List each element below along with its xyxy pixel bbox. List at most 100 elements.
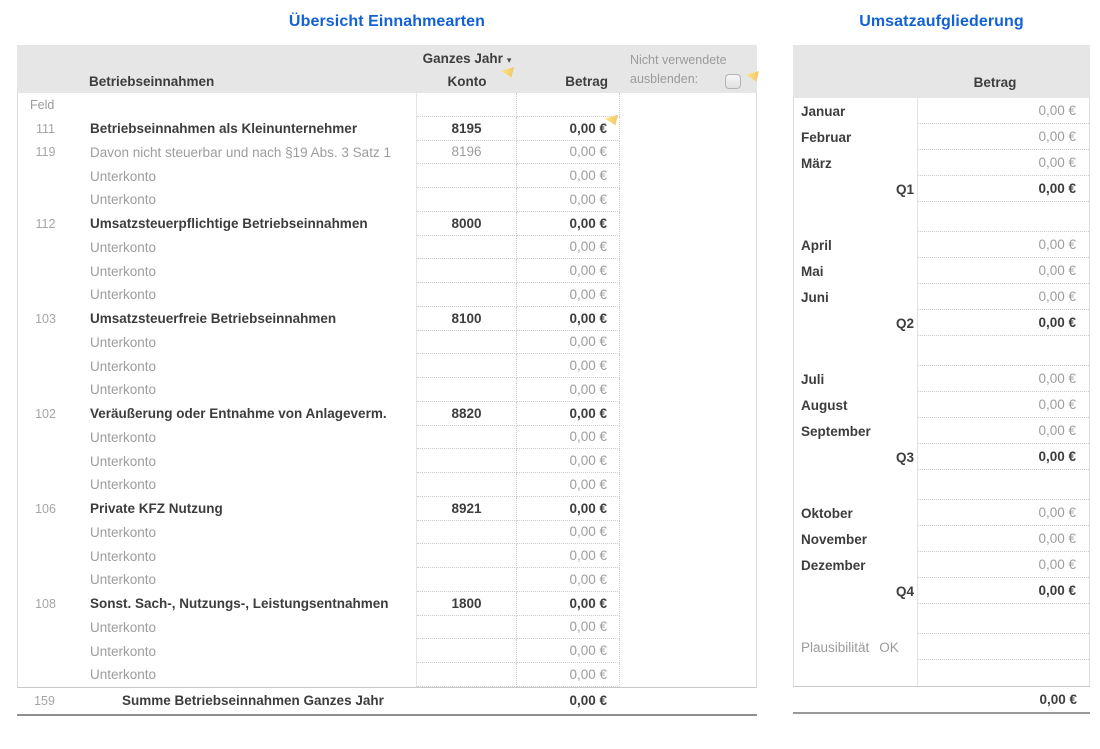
betrag-cell[interactable]: 0,00 € bbox=[517, 236, 620, 260]
account-name-cell[interactable]: Unterkonto bbox=[73, 259, 417, 283]
account-name-cell[interactable]: Unterkonto bbox=[73, 283, 417, 307]
betrag-cell[interactable]: 0,00 € bbox=[517, 592, 620, 616]
feld-column-label: Feld bbox=[18, 93, 73, 117]
konto-cell[interactable] bbox=[417, 639, 517, 663]
betrag-cell[interactable]: 0,00 € bbox=[517, 307, 620, 331]
betrag-cell[interactable]: 0,00 € bbox=[517, 521, 620, 545]
konto-cell[interactable] bbox=[417, 283, 517, 307]
total-amount[interactable]: 0,00 € bbox=[1039, 692, 1077, 707]
account-name-cell[interactable]: Unterkonto bbox=[73, 331, 417, 355]
konto-cell[interactable]: 1800 bbox=[417, 592, 517, 616]
betrag-cell[interactable]: 0,00 € bbox=[517, 164, 620, 188]
betrag-cell[interactable]: 0,00 € bbox=[918, 578, 1089, 604]
betrag-cell[interactable]: 0,00 € bbox=[517, 259, 620, 283]
betrag-cell[interactable]: 0,00 € bbox=[517, 473, 620, 497]
sum-row-amount[interactable]: 0,00 € bbox=[516, 693, 619, 708]
account-name-cell[interactable]: Unterkonto bbox=[73, 639, 417, 663]
betrag-cell[interactable]: 0,00 € bbox=[918, 552, 1089, 578]
sum-row-label: Summe Betriebseinnahmen Ganzes Jahr bbox=[72, 693, 416, 708]
betrag-cell[interactable]: 0,00 € bbox=[918, 284, 1089, 310]
account-name-cell[interactable]: Betriebseinnahmen als Kleinunternehmer bbox=[73, 117, 417, 141]
betrag-cell[interactable]: 0,00 € bbox=[918, 98, 1089, 124]
account-name-cell[interactable]: Unterkonto bbox=[73, 568, 417, 592]
betrag-cell[interactable]: 0,00 € bbox=[918, 526, 1089, 552]
konto-cell[interactable] bbox=[417, 188, 517, 212]
betrag-cell[interactable]: 0,00 € bbox=[918, 418, 1089, 444]
account-name-cell[interactable]: Unterkonto bbox=[73, 521, 417, 545]
konto-cell[interactable] bbox=[417, 473, 517, 497]
konto-cell[interactable] bbox=[417, 521, 517, 545]
konto-cell[interactable] bbox=[417, 236, 517, 260]
account-name-cell[interactable]: Unterkonto bbox=[73, 616, 417, 640]
table-row: 106Private KFZ Nutzung89210,00 € bbox=[18, 497, 756, 521]
betrag-cell[interactable]: 0,00 € bbox=[517, 188, 620, 212]
account-name-cell[interactable]: Davon nicht steuerbar und nach §19 Abs. … bbox=[73, 141, 417, 165]
period-dropdown[interactable]: Ganzes Jahr▾ bbox=[397, 51, 537, 66]
konto-cell[interactable]: 8100 bbox=[417, 307, 517, 331]
betrag-cell[interactable]: 0,00 € bbox=[918, 124, 1089, 150]
betrag-cell[interactable]: 0,00 € bbox=[517, 426, 620, 450]
betrag-cell[interactable]: 0,00 € bbox=[517, 497, 620, 521]
account-name-cell[interactable]: Unterkonto bbox=[73, 473, 417, 497]
konto-cell[interactable] bbox=[417, 426, 517, 450]
account-name-cell[interactable]: Unterkonto bbox=[73, 663, 417, 687]
feld-number bbox=[18, 426, 73, 450]
betrag-cell[interactable]: 0,00 € bbox=[918, 176, 1089, 202]
betrag-cell[interactable]: 0,00 € bbox=[517, 616, 620, 640]
account-name-cell[interactable]: Unterkonto bbox=[73, 378, 417, 402]
account-name-cell[interactable]: Unterkonto bbox=[73, 354, 417, 378]
konto-cell[interactable] bbox=[417, 616, 517, 640]
betrag-cell[interactable]: 0,00 € bbox=[918, 310, 1089, 336]
betrag-cell[interactable]: 0,00 € bbox=[918, 444, 1089, 470]
konto-cell[interactable] bbox=[417, 544, 517, 568]
account-name-cell[interactable]: Unterkonto bbox=[73, 236, 417, 260]
konto-cell[interactable] bbox=[417, 449, 517, 473]
konto-cell[interactable] bbox=[417, 259, 517, 283]
konto-cell[interactable] bbox=[417, 378, 517, 402]
konto-cell[interactable] bbox=[417, 331, 517, 355]
konto-cell[interactable]: 8196 bbox=[417, 141, 517, 165]
account-name-cell[interactable]: Private KFZ Nutzung bbox=[73, 497, 417, 521]
hide-unused-checkbox[interactable] bbox=[725, 74, 741, 89]
table-row: Unterkonto 0,00 € bbox=[18, 521, 756, 545]
betrag-cell[interactable]: 0,00 € bbox=[517, 544, 620, 568]
betrag-cell[interactable]: 0,00 € bbox=[517, 639, 620, 663]
account-name-cell[interactable]: Unterkonto bbox=[73, 164, 417, 188]
konto-cell[interactable]: 8195 bbox=[417, 117, 517, 141]
account-name-cell[interactable]: Veräußerung oder Entnahme von Anlageverm… bbox=[73, 402, 417, 426]
betrag-cell[interactable]: 0,00 € bbox=[918, 500, 1089, 526]
konto-cell[interactable] bbox=[417, 663, 517, 687]
account-name-cell[interactable]: Umsatzsteuerfreie Betriebseinnahmen bbox=[73, 307, 417, 331]
betrag-cell[interactable]: 0,00 € bbox=[517, 141, 620, 165]
betrag-cell[interactable]: 0,00 € bbox=[517, 378, 620, 402]
account-name-cell[interactable]: Umsatzsteuerpflichtige Betriebseinnahmen bbox=[73, 212, 417, 236]
konto-cell[interactable] bbox=[417, 164, 517, 188]
account-name-cell[interactable]: Sonst. Sach-, Nutzungs-, Leistungsentnah… bbox=[73, 592, 417, 616]
feld-number: 103 bbox=[18, 307, 73, 331]
account-name-cell[interactable]: Unterkonto bbox=[73, 544, 417, 568]
betrag-cell[interactable]: 0,00 € bbox=[517, 354, 620, 378]
betrag-cell[interactable]: 0,00 € bbox=[517, 663, 620, 687]
betrag-cell[interactable]: 0,00 € bbox=[918, 392, 1089, 418]
month-row: Februar0,00 € bbox=[794, 124, 1089, 150]
betrag-cell[interactable]: 0,00 € bbox=[918, 232, 1089, 258]
betrag-cell[interactable]: 0,00 € bbox=[517, 117, 620, 141]
betrag-cell[interactable]: 0,00 € bbox=[517, 449, 620, 473]
betrag-cell[interactable]: 0,00 € bbox=[517, 212, 620, 236]
betrag-cell[interactable]: 0,00 € bbox=[918, 366, 1089, 392]
comment-marker-icon[interactable] bbox=[605, 115, 618, 126]
account-name-cell[interactable]: Unterkonto bbox=[73, 426, 417, 450]
betrag-cell[interactable]: 0,00 € bbox=[517, 568, 620, 592]
konto-cell[interactable] bbox=[417, 568, 517, 592]
betrag-cell[interactable]: 0,00 € bbox=[918, 150, 1089, 176]
betrag-cell[interactable]: 0,00 € bbox=[517, 331, 620, 355]
konto-cell[interactable]: 8921 bbox=[417, 497, 517, 521]
betrag-cell[interactable]: 0,00 € bbox=[517, 283, 620, 307]
account-name-cell[interactable]: Unterkonto bbox=[73, 449, 417, 473]
betrag-cell[interactable]: 0,00 € bbox=[517, 402, 620, 426]
konto-cell[interactable]: 8820 bbox=[417, 402, 517, 426]
konto-cell[interactable]: 8000 bbox=[417, 212, 517, 236]
betrag-cell[interactable]: 0,00 € bbox=[918, 258, 1089, 284]
konto-cell[interactable] bbox=[417, 354, 517, 378]
account-name-cell[interactable]: Unterkonto bbox=[73, 188, 417, 212]
